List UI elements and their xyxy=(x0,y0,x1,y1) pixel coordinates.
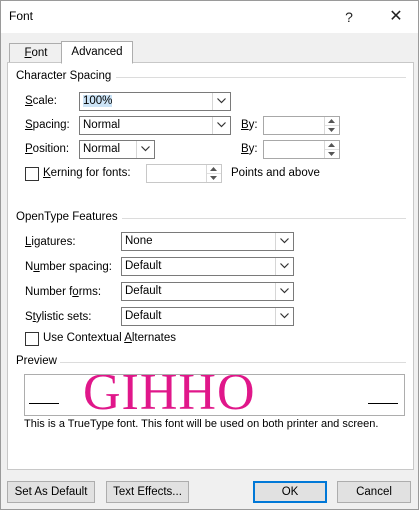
chevron-down-icon[interactable] xyxy=(275,283,293,300)
spacing-by-spinner[interactable] xyxy=(263,116,340,135)
group-divider xyxy=(60,362,406,363)
baseline-left xyxy=(29,403,59,404)
points-label: Points and above xyxy=(231,167,320,179)
ligatures-value: None xyxy=(125,235,153,247)
stylistic-sets-combo[interactable]: Default xyxy=(121,307,294,326)
spin-down-icon[interactable] xyxy=(325,150,339,158)
chevron-down-icon[interactable] xyxy=(136,141,154,158)
chevron-down-icon[interactable] xyxy=(275,258,293,275)
group-divider xyxy=(122,218,406,219)
spin-down-icon[interactable] xyxy=(207,174,221,182)
spacing-combo[interactable]: Normal xyxy=(79,116,231,135)
ok-button[interactable]: OK xyxy=(253,481,327,503)
contextual-alternates-checkbox[interactable] xyxy=(25,332,39,346)
number-forms-combo[interactable]: Default xyxy=(121,282,294,301)
spinner-arrows xyxy=(324,117,339,134)
character-spacing-heading: Character Spacing xyxy=(16,70,112,82)
baseline-right xyxy=(368,403,398,404)
help-button[interactable]: ? xyxy=(335,6,363,28)
spinner-arrows xyxy=(206,165,221,182)
ligatures-combo[interactable]: None xyxy=(121,232,294,251)
stylistic-sets-label: Stylistic sets: xyxy=(25,311,92,323)
font-dialog: Font ? ✕ Font Advanced Character Spacing… xyxy=(0,0,419,510)
number-forms-label: Number forms: xyxy=(25,286,102,298)
close-button[interactable]: ✕ xyxy=(382,6,410,28)
spinner-arrows xyxy=(324,141,339,158)
ligatures-label: Ligatures: xyxy=(25,236,76,248)
chevron-down-icon[interactable] xyxy=(212,117,230,134)
position-by-spinner[interactable] xyxy=(263,140,340,159)
tab-font[interactable]: Font xyxy=(9,43,63,63)
chevron-down-icon[interactable] xyxy=(212,93,230,110)
text-effects-button[interactable]: Text Effects... xyxy=(106,481,189,503)
stylistic-sets-value: Default xyxy=(125,310,162,322)
tab-advanced[interactable]: Advanced xyxy=(61,41,133,64)
contextual-alternates-label: Use Contextual Alternates xyxy=(43,332,176,344)
set-as-default-button[interactable]: Set As Default xyxy=(7,481,95,503)
window-title: Font xyxy=(9,9,34,23)
kerning-checkbox[interactable] xyxy=(25,167,39,181)
spin-up-icon[interactable] xyxy=(325,141,339,150)
kerning-spinner[interactable] xyxy=(146,164,222,183)
kerning-label: Kerning for fonts: xyxy=(43,167,131,179)
advanced-tab-panel: Character Spacing Scale: 100% Spacing: N… xyxy=(7,62,414,470)
chevron-down-icon[interactable] xyxy=(275,233,293,250)
by2-label: By: xyxy=(241,143,258,155)
number-spacing-label: Number spacing: xyxy=(25,261,112,273)
number-spacing-combo[interactable]: Default xyxy=(121,257,294,276)
preview-sample-text: GIHHO xyxy=(83,374,256,416)
scale-value: 100% xyxy=(83,95,113,107)
scale-label: Scale: xyxy=(25,95,57,107)
position-combo[interactable]: Normal xyxy=(79,140,155,159)
preview-heading: Preview xyxy=(16,355,57,367)
spacing-label: Spacing: xyxy=(25,119,70,131)
scale-combo[interactable]: 100% xyxy=(79,92,231,111)
position-value: Normal xyxy=(83,143,121,155)
spin-down-icon[interactable] xyxy=(325,126,339,134)
chevron-down-icon[interactable] xyxy=(275,308,293,325)
font-type-note: This is a TrueType font. This font will … xyxy=(24,418,379,430)
by1-label: By: xyxy=(241,119,258,131)
preview-box: GIHHO xyxy=(24,374,405,416)
spin-up-icon[interactable] xyxy=(207,165,221,174)
position-label: Position: xyxy=(25,143,70,155)
title-bar: Font ? ✕ xyxy=(1,1,418,33)
spin-up-icon[interactable] xyxy=(325,117,339,126)
spacing-value: Normal xyxy=(83,119,121,131)
number-spacing-value: Default xyxy=(125,260,162,272)
tab-advanced-label: Advanced xyxy=(71,46,123,58)
tab-font-label: Font xyxy=(24,47,48,59)
group-divider xyxy=(116,77,406,78)
number-forms-value: Default xyxy=(125,285,162,297)
cancel-button[interactable]: Cancel xyxy=(337,481,411,503)
opentype-heading: OpenType Features xyxy=(16,211,118,223)
